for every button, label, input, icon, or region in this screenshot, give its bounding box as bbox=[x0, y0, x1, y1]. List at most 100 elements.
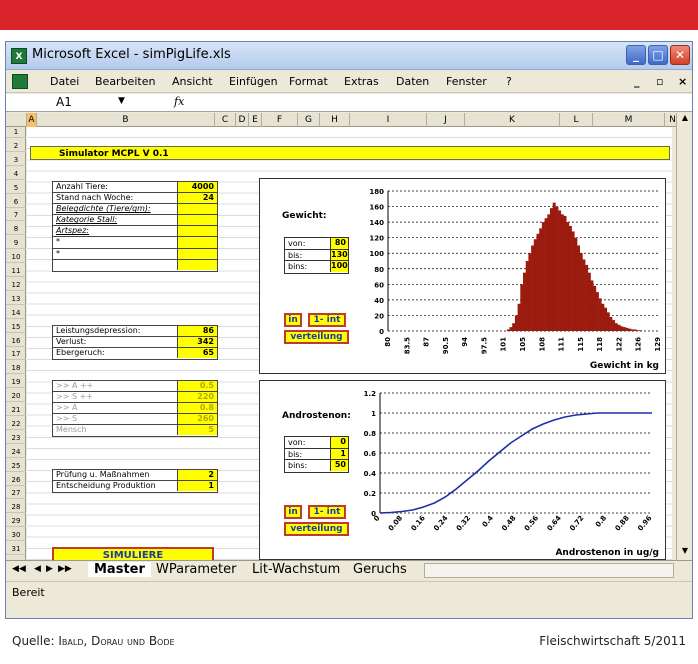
row-header[interactable]: 28 bbox=[6, 502, 26, 514]
col-header[interactable]: K bbox=[464, 113, 559, 127]
androstenone-in-button[interactable]: in bbox=[284, 505, 302, 519]
row-header[interactable]: 14 bbox=[6, 308, 26, 319]
col-header[interactable]: E bbox=[248, 113, 261, 127]
row-value[interactable] bbox=[177, 248, 217, 259]
weight-distribution-button[interactable]: verteilung bbox=[284, 330, 349, 344]
tab-wparameter[interactable]: WParameter bbox=[156, 562, 237, 577]
fx-icon[interactable]: fx bbox=[174, 95, 184, 108]
param-value[interactable]: 80 bbox=[330, 238, 348, 249]
col-header[interactable]: H bbox=[319, 113, 349, 127]
tab-nav-first-icon[interactable]: ◀◀ bbox=[12, 564, 26, 574]
menu-einfuegen[interactable]: Einfügen bbox=[229, 75, 278, 88]
menu-datei[interactable]: Datei bbox=[50, 75, 79, 88]
row-header[interactable]: 22 bbox=[6, 419, 26, 430]
row-value[interactable]: 2 bbox=[177, 470, 217, 481]
row-value[interactable] bbox=[177, 259, 217, 270]
row-value[interactable] bbox=[177, 226, 217, 237]
close-icon[interactable]: ✕ bbox=[670, 45, 690, 65]
maximize-icon[interactable]: □ bbox=[648, 45, 668, 65]
tab-nav-last-icon[interactable]: ▶▶ bbox=[58, 564, 72, 574]
doc-restore-icon[interactable]: ▫ bbox=[656, 75, 663, 88]
param-value[interactable]: 1 bbox=[330, 448, 348, 459]
row-header[interactable]: 6 bbox=[6, 197, 26, 208]
param-value[interactable]: 0 bbox=[330, 437, 348, 448]
row-header[interactable]: 12 bbox=[6, 280, 26, 291]
tab-nav-next-icon[interactable]: ▶ bbox=[46, 564, 53, 574]
row-header[interactable]: 19 bbox=[6, 377, 26, 389]
doc-close-icon[interactable]: × bbox=[678, 75, 687, 88]
androstenone-int-button[interactable]: 1- int bbox=[308, 505, 346, 519]
col-header[interactable]: I bbox=[349, 113, 426, 127]
row-header[interactable]: 8 bbox=[6, 224, 26, 236]
tab-nav-prev-icon[interactable]: ◀ bbox=[34, 564, 41, 574]
menu-daten[interactable]: Daten bbox=[396, 75, 429, 88]
col-header[interactable]: G bbox=[297, 113, 319, 127]
row-header[interactable]: 31 bbox=[6, 544, 26, 556]
row-header[interactable]: 23 bbox=[6, 433, 26, 444]
col-header[interactable]: M bbox=[592, 113, 664, 127]
tab-lit-wachstum[interactable]: Lit-Wachstum bbox=[252, 562, 340, 577]
workbook-icon[interactable] bbox=[12, 74, 28, 89]
row-header[interactable]: 15 bbox=[6, 322, 26, 333]
menu-format[interactable]: Format bbox=[289, 75, 328, 88]
tab-master[interactable]: Master bbox=[88, 562, 151, 577]
row-header[interactable]: 3 bbox=[6, 155, 26, 166]
row-header[interactable]: 24 bbox=[6, 447, 26, 458]
row-header[interactable]: 5 bbox=[6, 183, 26, 194]
col-header[interactable]: J bbox=[426, 113, 464, 127]
col-header[interactable]: B bbox=[36, 113, 214, 127]
tab-geruchs[interactable]: Geruchs bbox=[353, 562, 407, 577]
col-header[interactable]: A bbox=[26, 113, 36, 127]
row-value[interactable]: 5 bbox=[177, 425, 217, 436]
row-value[interactable]: 0.5 bbox=[177, 381, 217, 392]
row-header[interactable]: 17 bbox=[6, 349, 26, 361]
menu-help[interactable]: ? bbox=[506, 75, 512, 88]
col-header[interactable]: L bbox=[559, 113, 592, 127]
row-value[interactable]: 4000 bbox=[177, 182, 217, 193]
row-header[interactable]: 18 bbox=[6, 363, 26, 375]
row-value[interactable]: 86 bbox=[177, 326, 217, 337]
row-header[interactable]: 29 bbox=[6, 516, 26, 528]
row-header[interactable]: 30 bbox=[6, 530, 26, 542]
param-value[interactable]: 50 bbox=[330, 460, 348, 471]
minimize-icon[interactable]: _ bbox=[626, 45, 646, 65]
doc-minimize-icon[interactable]: _ bbox=[634, 75, 640, 88]
menu-fenster[interactable]: Fenster bbox=[446, 75, 487, 88]
row-header[interactable]: 7 bbox=[6, 210, 26, 222]
row-value[interactable] bbox=[177, 204, 217, 215]
menu-extras[interactable]: Extras bbox=[344, 75, 379, 88]
row-header[interactable]: 10 bbox=[6, 252, 26, 264]
chevron-down-icon[interactable]: ▼ bbox=[118, 96, 125, 106]
row-header[interactable]: 11 bbox=[6, 266, 26, 278]
vertical-scrollbar[interactable]: ▲ ▼ bbox=[676, 113, 692, 560]
row-value[interactable]: 342 bbox=[177, 337, 217, 348]
row-value[interactable]: 1 bbox=[177, 481, 217, 492]
param-value[interactable]: 130 bbox=[330, 249, 348, 260]
row-header[interactable]: 4 bbox=[6, 169, 26, 180]
row-header[interactable]: 26 bbox=[6, 475, 26, 486]
param-value[interactable]: 100 bbox=[330, 261, 348, 272]
row-value[interactable]: 24 bbox=[177, 193, 217, 204]
col-header[interactable]: D bbox=[235, 113, 248, 127]
row-value[interactable]: 65 bbox=[177, 348, 217, 359]
row-header[interactable]: 2 bbox=[6, 141, 26, 152]
scroll-up-icon[interactable]: ▲ bbox=[677, 113, 692, 127]
formula-input[interactable] bbox=[206, 95, 686, 110]
row-value[interactable]: 0.8 bbox=[177, 403, 217, 414]
row-header[interactable]: 16 bbox=[6, 336, 26, 347]
row-header[interactable]: 27 bbox=[6, 488, 26, 500]
row-header[interactable]: 21 bbox=[6, 405, 26, 417]
menu-bearbeiten[interactable]: Bearbeiten bbox=[95, 75, 155, 88]
horizontal-scrollbar[interactable] bbox=[424, 563, 674, 578]
name-box[interactable]: A1 bbox=[26, 95, 116, 110]
scroll-down-icon[interactable]: ▼ bbox=[677, 546, 692, 560]
row-value[interactable] bbox=[177, 237, 217, 248]
weight-in-button[interactable]: in bbox=[284, 313, 302, 327]
row-header[interactable]: 20 bbox=[6, 391, 26, 403]
row-header[interactable]: 13 bbox=[6, 294, 26, 305]
col-header[interactable]: F bbox=[261, 113, 297, 127]
row-value[interactable]: 260 bbox=[177, 414, 217, 425]
col-header[interactable]: C bbox=[214, 113, 235, 127]
androstenone-distribution-button[interactable]: verteilung bbox=[284, 522, 349, 536]
row-header[interactable]: 1 bbox=[6, 127, 26, 139]
